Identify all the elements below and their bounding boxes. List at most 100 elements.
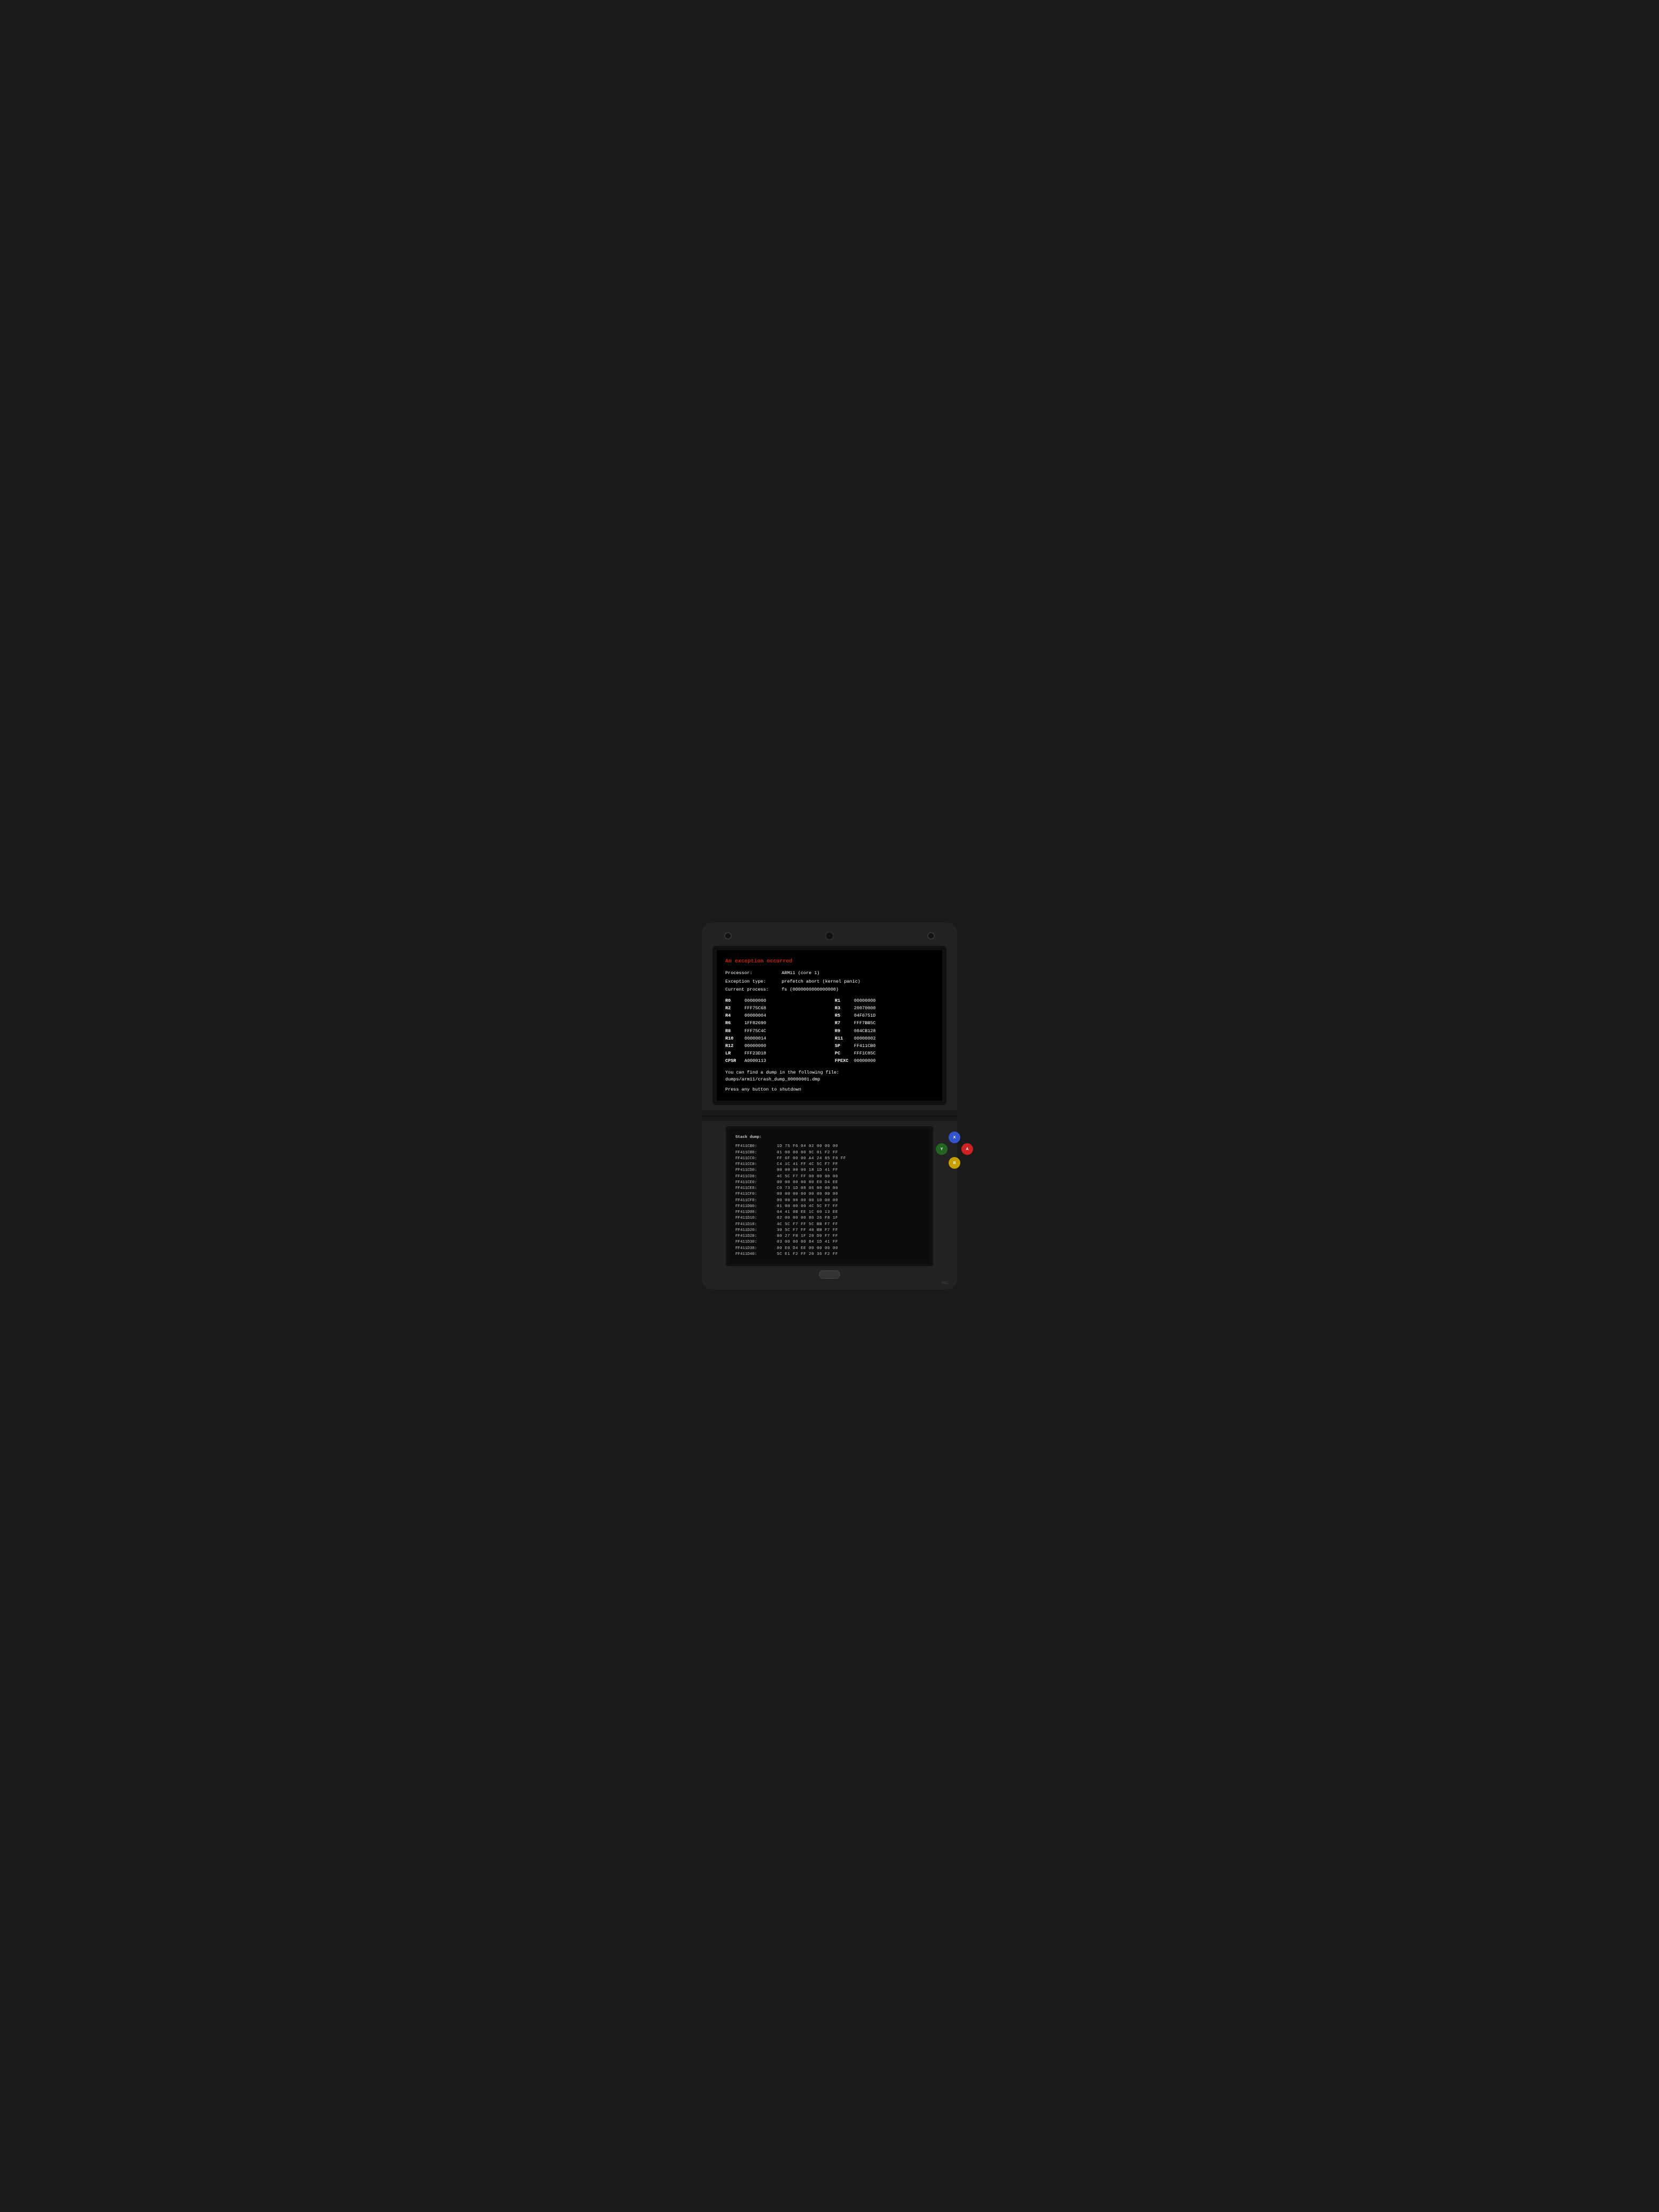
stack-row: FF411D00:01 00 00 00 4C 5C F7 FF (735, 1204, 924, 1210)
a-button[interactable]: A (961, 1143, 973, 1155)
register-row: R1000000014 (725, 1035, 824, 1042)
stack-rows-container: FF411CB0:1D 75 F6 04 02 00 00 00FF411CB8… (735, 1144, 924, 1258)
reg-name: LR (725, 1050, 742, 1057)
register-row: CPSRA0000113 (725, 1058, 824, 1065)
y-button[interactable]: Y (936, 1143, 948, 1155)
stack-row: FF411D38:80 E0 D4 EE 00 00 00 00 (735, 1246, 924, 1252)
stack-address: FF411D38: (735, 1246, 774, 1252)
b-button[interactable]: B (949, 1157, 960, 1169)
stack-values: 4C 5C F7 FF 00 00 00 00 (777, 1174, 838, 1180)
top-screen: An exception occurred Processor: ARM11 (… (717, 950, 942, 1101)
stack-row: FF411D18:4C 5C F7 FF 5C BB F7 FF (735, 1222, 924, 1228)
stack-row: FF411D20:30 5C F7 FF 40 BB F7 FF (735, 1228, 924, 1234)
right-camera (927, 932, 935, 940)
reg-value: 00000000 (744, 1043, 766, 1050)
reg-name: R7 (835, 1020, 852, 1027)
reg-value: FFF1C85C (854, 1050, 876, 1057)
stack-address: FF411CF8: (735, 1198, 774, 1204)
reg-name: R12 (725, 1043, 742, 1050)
register-row: R400000004 (725, 1012, 824, 1019)
bottom-half: A B X Y Stack dump: FF411CB0:1D 75 F6 04… (702, 1121, 957, 1289)
stack-values: 5C E1 F2 FF 20 36 F2 FF (777, 1252, 838, 1258)
abxy-buttons: A B X Y (936, 1132, 973, 1169)
stack-address: FF411CC8: (735, 1162, 774, 1168)
stack-address: FF411D30: (735, 1239, 774, 1245)
reg-name: R0 (725, 998, 742, 1004)
bottom-screen-area: Stack dump: FF411CB0:1D 75 F6 04 02 00 0… (707, 1126, 952, 1266)
stack-address: FF411D18: (735, 1222, 774, 1228)
bottom-screen-bezel: Stack dump: FF411CB0:1D 75 F6 04 02 00 0… (726, 1126, 933, 1266)
top-half: An exception occurred Processor: ARM11 (… (702, 923, 957, 1110)
reg-value: FFF75C68 (744, 1005, 766, 1012)
stack-address: FF411CB8: (735, 1150, 774, 1156)
register-row: R1200000000 (725, 1043, 824, 1050)
stack-address: FF411D00: (735, 1204, 774, 1210)
stack-values: 80 E0 D4 EE 00 00 00 00 (777, 1246, 838, 1252)
top-cameras (708, 931, 951, 941)
register-row: R320070000 (835, 1005, 934, 1012)
stack-row: FF411CB8:01 00 00 00 9C 01 F2 FF (735, 1150, 924, 1156)
error-title: An exception occurred (725, 958, 934, 966)
register-row: R7FFF7BB5C (835, 1020, 934, 1027)
reg-value: 00000000 (854, 998, 876, 1004)
x-button[interactable]: X (949, 1132, 960, 1143)
reg-value: 20070000 (854, 1005, 876, 1012)
reg-name: CPSR (725, 1058, 742, 1065)
stack-row: FF411CF8:00 00 00 00 00 10 00 00 (735, 1198, 924, 1204)
reg-value: 00000014 (744, 1035, 766, 1042)
register-row: R504F6751D (835, 1012, 934, 1019)
stack-values: 01 00 00 00 9C 01 F2 FF (777, 1150, 838, 1156)
stack-row: FF411CD8:4C 5C F7 FF 00 00 00 00 (735, 1174, 924, 1180)
register-row: PCFFF1C85C (835, 1050, 934, 1057)
stack-address: FF411D40: (735, 1252, 774, 1258)
stack-values: 80 27 F8 1F 20 D0 F7 FF (777, 1234, 838, 1239)
reg-name: FPEXC (835, 1058, 852, 1065)
stack-address: FF411CB0: (735, 1144, 774, 1150)
exception-label: Exception type: (725, 978, 778, 985)
center-camera (825, 931, 834, 941)
stack-address: FF411D08: (735, 1210, 774, 1216)
register-row: R000000000 (725, 998, 824, 1004)
left-camera (724, 932, 732, 940)
dump-text1: You can find a dump in the following fil… (725, 1069, 934, 1076)
register-row: R2FFF75C68 (725, 1005, 824, 1012)
stack-values: 04 41 0B EE 1C 60 13 EE (777, 1210, 838, 1216)
stack-address: FF411D20: (735, 1228, 774, 1234)
register-row: FPEXC00000000 (835, 1058, 934, 1065)
register-row: R1100000002 (835, 1035, 934, 1042)
process-value: fs (0000000000000000) (782, 986, 839, 993)
reg-name: R8 (725, 1028, 742, 1035)
process-line: Current process: fs (0000000000000000) (725, 986, 934, 993)
stack-row: FF411D40:5C E1 F2 FF 20 36 F2 FF (735, 1252, 924, 1258)
reg-name: PC (835, 1050, 852, 1057)
hinge (702, 1110, 957, 1121)
nintendo-3ds-device: An exception occurred Processor: ARM11 (… (702, 923, 957, 1289)
stack-values: C0 73 1D 08 06 00 00 00 (777, 1186, 838, 1192)
press-message: Press any button to shutdown (725, 1086, 934, 1093)
register-row: R61FF82690 (725, 1020, 824, 1027)
reg-value: FFF23D18 (744, 1050, 766, 1057)
reg-value: FFF75C4C (744, 1028, 766, 1035)
home-button[interactable] (819, 1270, 840, 1279)
stack-row: FF411CD0:00 00 00 00 18 1D 41 FF (735, 1168, 924, 1174)
stack-values: 30 5C F7 FF 40 BB F7 FF (777, 1228, 838, 1234)
reg-name: R3 (835, 1005, 852, 1012)
stack-values: 01 00 00 00 4C 5C F7 FF (777, 1204, 838, 1210)
reg-value: 1FF82690 (744, 1020, 766, 1027)
reg-name: R2 (725, 1005, 742, 1012)
stack-title: Stack dump: (735, 1135, 924, 1141)
reg-name: R4 (725, 1012, 742, 1019)
stack-address: FF411D28: (735, 1234, 774, 1239)
register-row: R9084CB128 (835, 1028, 934, 1035)
reg-name: R1 (835, 998, 852, 1004)
registers-grid: R000000000R100000000R2FFF75C68R320070000… (725, 998, 934, 1066)
stack-values: 00 00 00 00 00 00 00 00 (777, 1192, 838, 1197)
bottom-screen: Stack dump: FF411CB0:1D 75 F6 04 02 00 0… (729, 1129, 930, 1263)
stack-row: FF411D30:03 00 00 00 84 1D 41 FF (735, 1239, 924, 1245)
stack-values: 02 00 00 00 80 26 F8 1F (777, 1216, 838, 1221)
stack-values: 1D 75 F6 04 02 00 00 00 (777, 1144, 838, 1150)
processor-value: ARM11 (core 1) (782, 970, 819, 977)
stack-values: C4 1C 41 FF 4C 5C F7 FF (777, 1162, 838, 1168)
reg-value: A0000113 (744, 1058, 766, 1065)
stack-address: FF411CC0: (735, 1156, 774, 1162)
